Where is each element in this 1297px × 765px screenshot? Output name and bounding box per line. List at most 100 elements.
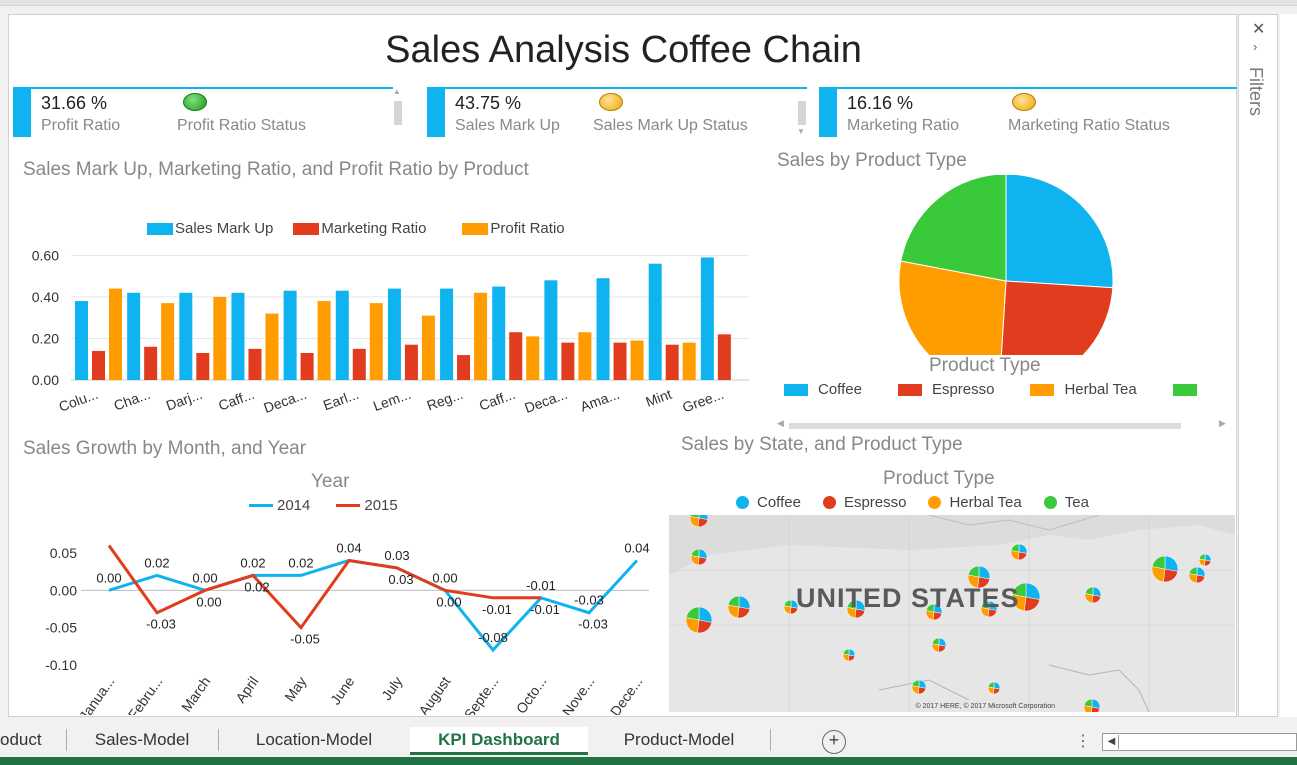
- map-pie-marker: [1188, 566, 1206, 584]
- legend-swatch: [147, 222, 173, 235]
- legend-item-herbal-tea[interactable]: Herbal Tea: [1030, 381, 1137, 398]
- tab-sales-model[interactable]: Sales-Model: [72, 727, 212, 755]
- pie-legend[interactable]: Coffee Espresso Herbal Tea: [784, 381, 1199, 398]
- data-label-2014: -0.01: [526, 578, 556, 593]
- legend-item-tea-partial[interactable]: [1172, 383, 1199, 396]
- map-title: Sales by State, and Product Type: [681, 434, 963, 455]
- pie-legend-scrollbar[interactable]: ◀ ▶: [777, 418, 1235, 431]
- status-bar: [0, 757, 1297, 765]
- map-legend[interactable]: Coffee Espresso Herbal Tea Tea: [736, 494, 1089, 511]
- legend-item-coffee[interactable]: Coffee: [736, 494, 801, 511]
- data-label-2014: 0.00: [432, 570, 457, 585]
- x-tick-label: March: [178, 674, 213, 715]
- kpi-accent-bar: [427, 87, 445, 137]
- x-tick-label: Deca...: [261, 386, 308, 416]
- scroll-thumb[interactable]: [789, 423, 1181, 429]
- data-label-2015: -0.03: [146, 617, 176, 632]
- scroll-right-icon[interactable]: ▶: [1219, 418, 1226, 429]
- bar-chart-title: Sales Mark Up, Marketing Ratio, and Prof…: [23, 159, 529, 180]
- kpi-top-line: [31, 87, 393, 89]
- bar: [440, 288, 454, 380]
- x-tick-label: Gree...: [680, 386, 726, 416]
- tab-product-model[interactable]: Product-Model: [594, 727, 764, 755]
- bar: [474, 292, 488, 380]
- legend-swatch: [1172, 383, 1197, 396]
- legend-item-2015[interactable]: 2015: [336, 497, 398, 514]
- marker-slice: [1025, 582, 1041, 600]
- horizontal-scrollbar[interactable]: ◀: [1102, 733, 1297, 751]
- x-tick-label: Deca...: [522, 386, 569, 416]
- legend-label: Marketing Ratio: [321, 220, 427, 237]
- marker-slice: [783, 599, 792, 608]
- tab-separator: [218, 729, 219, 751]
- tab-product[interactable]: oduct: [0, 727, 60, 755]
- scroll-thumb[interactable]: [394, 101, 402, 125]
- legend-label: Espresso: [931, 381, 995, 398]
- bar-chart-legend[interactable]: Sales Mark Up Marketing Ratio Profit Rat…: [147, 220, 595, 237]
- filters-pane[interactable]: ✕ › Filters: [1238, 14, 1278, 717]
- kpi-scrollbar[interactable]: ▼: [796, 87, 808, 139]
- bar: [265, 313, 279, 380]
- data-label-2015: 0.03: [388, 572, 413, 587]
- bar: [682, 342, 696, 380]
- data-label-2015: -0.05: [290, 632, 320, 647]
- bar: [665, 344, 679, 380]
- legend-item-marketing-ratio[interactable]: Marketing Ratio: [293, 220, 426, 237]
- x-tick-label: Ama...: [578, 386, 622, 415]
- legend-item-herbal-tea[interactable]: Herbal Tea: [928, 494, 1022, 511]
- x-tick-label: Lem...: [371, 386, 413, 414]
- close-icon[interactable]: ✕: [1252, 19, 1265, 39]
- data-label-2014: 0.04: [624, 540, 649, 555]
- x-tick-label: April: [232, 674, 261, 706]
- marker-slice: [987, 681, 995, 689]
- scroll-left-icon[interactable]: ◀: [777, 418, 784, 429]
- more-options-icon[interactable]: ⋮: [1075, 731, 1091, 751]
- kpi-card-profit-ratio[interactable]: 31.66 % Profit Ratio Profit Ratio Status: [13, 87, 393, 137]
- legend-item-sales-mark-up[interactable]: Sales Mark Up: [147, 220, 273, 237]
- kpi-card-marketing-ratio[interactable]: 16.16 % Marketing Ratio Marketing Ratio …: [819, 87, 1237, 137]
- kpi-status-caption: Profit Ratio Status: [177, 117, 306, 134]
- kpi-status-caption: Sales Mark Up Status: [593, 117, 748, 134]
- y-tick-label: 0.60: [32, 247, 59, 263]
- map-pie-marker: [931, 637, 947, 653]
- legend-item-tea[interactable]: Tea: [1043, 494, 1089, 511]
- map-pie-marker: [727, 595, 751, 619]
- legend-item-profit-ratio[interactable]: Profit Ratio: [462, 220, 565, 237]
- us-map[interactable]: UNITED STATES © 2017 HERE, © 2017 Micros…: [669, 515, 1235, 712]
- pie-chart-title: Sales by Product Type: [777, 150, 967, 171]
- legend-item-2014[interactable]: 2014: [249, 497, 310, 514]
- pie-chart[interactable]: [879, 175, 1119, 355]
- line-chart[interactable]: -0.10 -0.05 0.00 0.05 0.00 0.02 0.00 0.02 0.02 0.…: [9, 515, 669, 715]
- marker-slice: [1084, 586, 1094, 596]
- filters-label[interactable]: Filters: [1245, 67, 1266, 116]
- marker-slice: [697, 619, 713, 634]
- legend-label: Coffee: [757, 494, 801, 511]
- bar: [300, 353, 314, 380]
- line-chart-legend[interactable]: 2014 2015: [249, 497, 428, 514]
- scroll-thumb[interactable]: [798, 101, 806, 125]
- scroll-left-icon[interactable]: ◀: [1105, 735, 1119, 749]
- legend-item-espresso[interactable]: Espresso: [822, 494, 906, 511]
- marker-slice: [697, 517, 709, 528]
- map-pie-marker: [1151, 555, 1179, 583]
- kpi-scrollbar[interactable]: ▲: [392, 87, 404, 139]
- scroll-up-icon[interactable]: ▲: [393, 87, 401, 96]
- data-label-2015: -0.03: [578, 617, 608, 632]
- add-sheet-plus-icon[interactable]: +: [822, 730, 846, 754]
- vertical-scroll-area[interactable]: [1280, 14, 1297, 717]
- map-credit: © 2017 HERE, © 2017 Microsoft Corporatio…: [915, 703, 1056, 710]
- bar: [457, 355, 471, 380]
- bar: [596, 278, 610, 380]
- legend-item-coffee[interactable]: Coffee: [784, 381, 862, 398]
- bar-chart[interactable]: 0.00 0.20 0.40 0.60 Colu... Cha... Darj... Caff…: [9, 245, 769, 425]
- tab-location-model[interactable]: Location-Model: [224, 727, 404, 755]
- bar: [421, 315, 435, 380]
- kpi-value: 16.16 %: [847, 93, 914, 113]
- tab-kpi-dashboard[interactable]: KPI Dashboard: [410, 727, 588, 755]
- kpi-card-sales-mark-up[interactable]: 43.75 % Sales Mark Up Sales Mark Up Stat…: [427, 87, 807, 137]
- tab-separator: [66, 729, 67, 751]
- chevron-right-icon[interactable]: ›: [1253, 39, 1257, 54]
- scroll-down-icon[interactable]: ▼: [797, 127, 805, 136]
- legend-item-espresso[interactable]: Espresso: [897, 381, 995, 398]
- kpi-accent-bar: [819, 87, 837, 137]
